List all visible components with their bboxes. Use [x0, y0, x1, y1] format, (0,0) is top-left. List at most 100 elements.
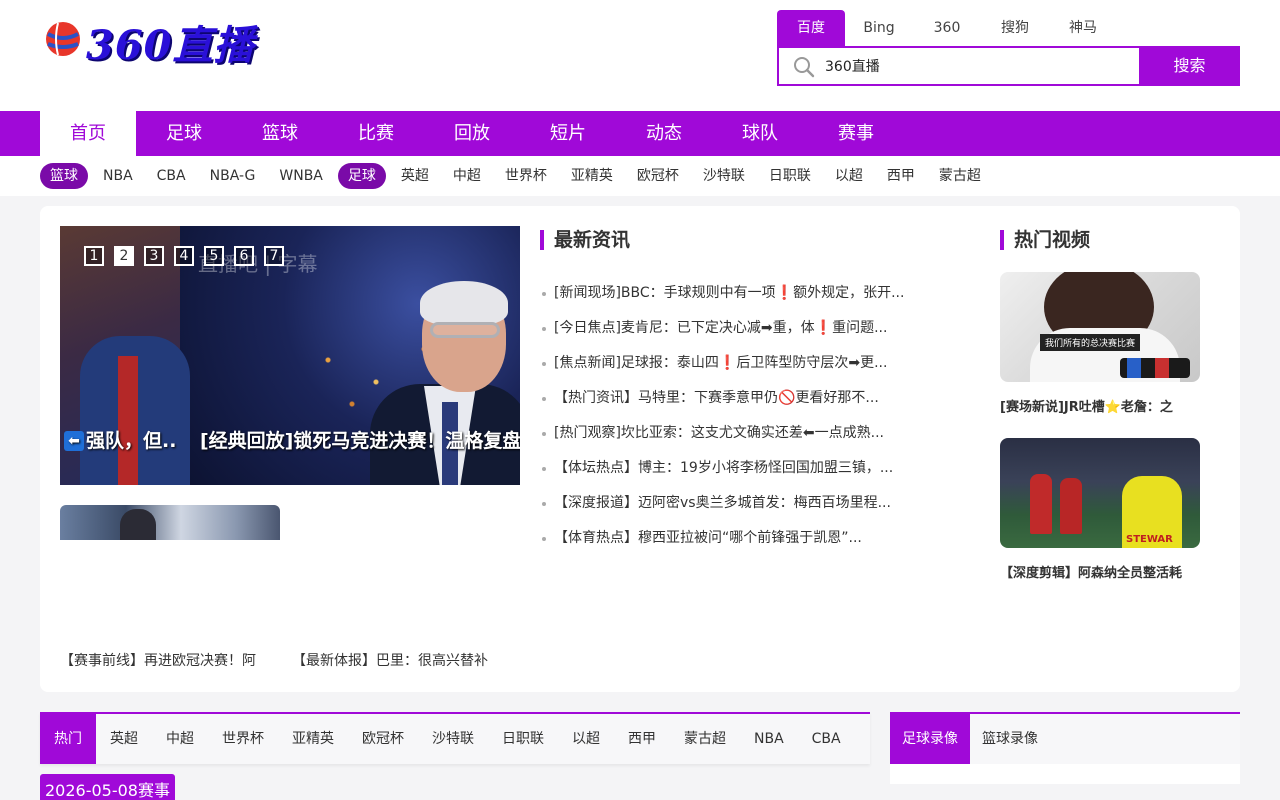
video-title[interactable]: 【深度剪辑】阿森纳全员整活耗: [1000, 562, 1200, 581]
news-item[interactable]: [新闻现场]BBC：手球规则中有一项❗额外规定，张开...: [540, 276, 940, 311]
slide-dot-6[interactable]: 6: [234, 246, 254, 266]
tab-ucl[interactable]: 欧冠杯: [348, 714, 418, 764]
video-title[interactable]: [赛场新说]JR吐槽⭐老詹：之: [1000, 396, 1200, 415]
tab-hot[interactable]: 热门: [40, 714, 96, 764]
slide-person-hair: [420, 281, 508, 325]
news-item[interactable]: [热门观察]坎比亚索：这支尤文确实还差⬅一点成熟...: [540, 416, 940, 451]
slide-dot-3[interactable]: 3: [144, 246, 164, 266]
subnav-item-epl[interactable]: 英超: [392, 163, 438, 189]
tab-csl[interactable]: 中超: [152, 714, 208, 764]
subnav-item-j-league[interactable]: 日职联: [760, 163, 820, 189]
hot-videos-title: 热门视频: [1000, 230, 1090, 250]
slide-dot-4[interactable]: 4: [174, 246, 194, 266]
caption-link-1[interactable]: 【赛事前线】再进欧冠决赛！阿: [60, 650, 256, 670]
subnav-item-saudi-league[interactable]: 沙特联: [694, 163, 754, 189]
tab-nba[interactable]: NBA: [740, 714, 798, 764]
slide-dot-1[interactable]: 1: [84, 246, 104, 266]
basketball-icon: [46, 22, 80, 56]
slide-dot-5[interactable]: 5: [204, 246, 224, 266]
tab-saudi-league[interactable]: 沙特联: [418, 714, 488, 764]
latest-news-title: 最新资讯: [540, 230, 630, 250]
news-item[interactable]: 【热门资讯】马特里：下赛季意甲仍🚫更看好那不...: [540, 381, 940, 416]
subnav-item-la-liga[interactable]: 西甲: [878, 163, 924, 189]
slide-dot-7[interactable]: 7: [264, 246, 284, 266]
news-item[interactable]: [焦点新闻]足球报：泰山四❗后卫阵型防守层次➡更...: [540, 346, 940, 381]
nav-item-teams[interactable]: 球队: [712, 111, 808, 156]
nav-item-news[interactable]: 动态: [616, 111, 712, 156]
news-item[interactable]: [今日焦点]麦肯尼：已下定决心减➡重，体❗重问题...: [540, 311, 940, 346]
tab-acl-elite[interactable]: 亚精英: [278, 714, 348, 764]
schedule-date-badge: 2026-05-08赛事: [40, 774, 175, 800]
nav-item-football[interactable]: 足球: [136, 111, 232, 156]
news-item[interactable]: 【体育热点】穆西亚拉被问“哪个前锋强于凯恩”...: [540, 521, 940, 556]
subnav-item-mongolia-league[interactable]: 蒙古超: [930, 163, 990, 189]
subnav-item-acl-elite[interactable]: 亚精英: [562, 163, 622, 189]
latest-news-list: [新闻现场]BBC：手球规则中有一项❗额外规定，张开... [今日焦点]麦肯尼：…: [540, 276, 940, 556]
slide-caption-current: [经典回放]锁死马竞进决赛！温格复盘: [200, 430, 520, 452]
tab-j-league[interactable]: 日职联: [488, 714, 558, 764]
news-item[interactable]: 【体坛热点】博主：19岁小将李杨怪回国加盟三镇，...: [540, 451, 940, 486]
subnav-item-csl[interactable]: 中超: [444, 163, 490, 189]
nav-item-shorts[interactable]: 短片: [520, 111, 616, 156]
tab-world-cup[interactable]: 世界杯: [208, 714, 278, 764]
tab-israel-league[interactable]: 以超: [558, 714, 614, 764]
nav-item-basketball[interactable]: 篮球: [232, 111, 328, 156]
video-thumbnail[interactable]: 我们所有的总决赛比赛: [1000, 272, 1200, 382]
microphones: [1120, 358, 1190, 378]
tab-cba[interactable]: CBA: [798, 714, 855, 764]
site-header: 360直播 百度 Bing 360 搜狗 神马 搜索: [0, 0, 1280, 111]
engine-tab-sogou[interactable]: 搜狗: [981, 10, 1049, 46]
nav-item-replay[interactable]: 回放: [424, 111, 520, 156]
caption-link-2[interactable]: 【最新体报】巴里：很高兴替补: [292, 650, 488, 670]
subnav-item-cba[interactable]: CBA: [148, 163, 195, 189]
search-button[interactable]: 搜索: [1139, 46, 1240, 86]
hot-video-card[interactable]: 我们所有的总决赛比赛 [赛场新说]JR吐槽⭐老詹：之: [1000, 272, 1200, 415]
tab-mongolia-league[interactable]: 蒙古超: [670, 714, 740, 764]
tab-la-liga[interactable]: 西甲: [614, 714, 670, 764]
engine-tab-baidu[interactable]: 百度: [777, 10, 845, 46]
subnav-item-wnba[interactable]: WNBA: [270, 163, 332, 189]
thumbnail-player: [1060, 478, 1082, 534]
tab-basketball-recordings[interactable]: 篮球录像: [970, 714, 1050, 764]
video-overlay-text: STEWAR: [1126, 534, 1173, 545]
slide-dot-2[interactable]: 2: [114, 246, 134, 266]
search-engine-tabs: 百度 Bing 360 搜狗 神马: [777, 10, 1117, 46]
slide-person-glasses: [430, 322, 500, 338]
content-panel: 直播吧 | 字幕 1 2 3 4 5 6 7 ⬅ 强队，但.. [经典回放]锁死马…: [40, 206, 1240, 692]
engine-tab-bing[interactable]: Bing: [845, 10, 913, 46]
engine-tab-shenma[interactable]: 神马: [1049, 10, 1117, 46]
subnav-item-nba[interactable]: NBA: [94, 163, 142, 189]
subnav-item-ucl[interactable]: 欧冠杯: [628, 163, 688, 189]
tab-football-recordings[interactable]: 足球录像: [890, 714, 970, 764]
logo-text: 360直播: [86, 22, 255, 69]
slider-captions: 【赛事前线】再进欧冠决赛！阿 【最新体报】巴里：很高兴替补: [60, 650, 524, 670]
league-subnav: 篮球 NBA CBA NBA-G WNBA 足球 英超 中超 世界杯 亚精英 欧…: [0, 156, 1280, 196]
subnav-pill-football[interactable]: 足球: [337, 163, 386, 189]
search-box: [777, 46, 1139, 86]
thumbnail-person: [120, 509, 156, 540]
schedule-tabs: 热门 英超 中超 世界杯 亚精英 欧冠杯 沙特联 日职联 以超 西甲 蒙古超 N…: [40, 712, 870, 764]
site-logo[interactable]: 360直播: [42, 16, 272, 76]
nav-item-events[interactable]: 赛事: [808, 111, 904, 156]
slide-jersey-stripe: [118, 356, 138, 485]
recordings-tabs: 足球录像 篮球录像: [890, 712, 1240, 764]
engine-tab-360[interactable]: 360: [913, 10, 981, 46]
subnav-pill-basketball[interactable]: 篮球: [40, 163, 88, 189]
subnav-item-nba-g[interactable]: NBA-G: [201, 163, 265, 189]
video-thumbnail[interactable]: STEWAR: [1000, 438, 1200, 548]
subnav-item-israel-league[interactable]: 以超: [826, 163, 872, 189]
nav-item-home[interactable]: 首页: [40, 111, 136, 156]
featured-slider[interactable]: 直播吧 | 字幕 1 2 3 4 5 6 7 ⬅ 强队，但.. [经典回放]锁死马…: [60, 226, 520, 485]
slide-caption[interactable]: ⬅ 强队，但.. [经典回放]锁死马竞进决赛！温格复盘: [60, 426, 520, 456]
news-item[interactable]: 【深度报道】迈阿密vs奥兰多城首发：梅西百场里程...: [540, 486, 940, 521]
video-overlay-text: 我们所有的总决赛比赛: [1040, 334, 1141, 351]
hot-video-card[interactable]: STEWAR 【深度剪辑】阿森纳全员整活耗: [1000, 438, 1200, 581]
slider-next-thumbnail[interactable]: [60, 505, 280, 540]
subnav-item-world-cup[interactable]: 世界杯: [496, 163, 556, 189]
tab-epl[interactable]: 英超: [96, 714, 152, 764]
search-input[interactable]: [825, 54, 1125, 78]
recordings-body: [890, 764, 1240, 784]
nav-item-matches[interactable]: 比赛: [328, 111, 424, 156]
main-nav: 首页 足球 篮球 比赛 回放 短片 动态 球队 赛事: [0, 111, 1280, 156]
search-panel: 百度 Bing 360 搜狗 神马 搜索: [777, 10, 1240, 86]
